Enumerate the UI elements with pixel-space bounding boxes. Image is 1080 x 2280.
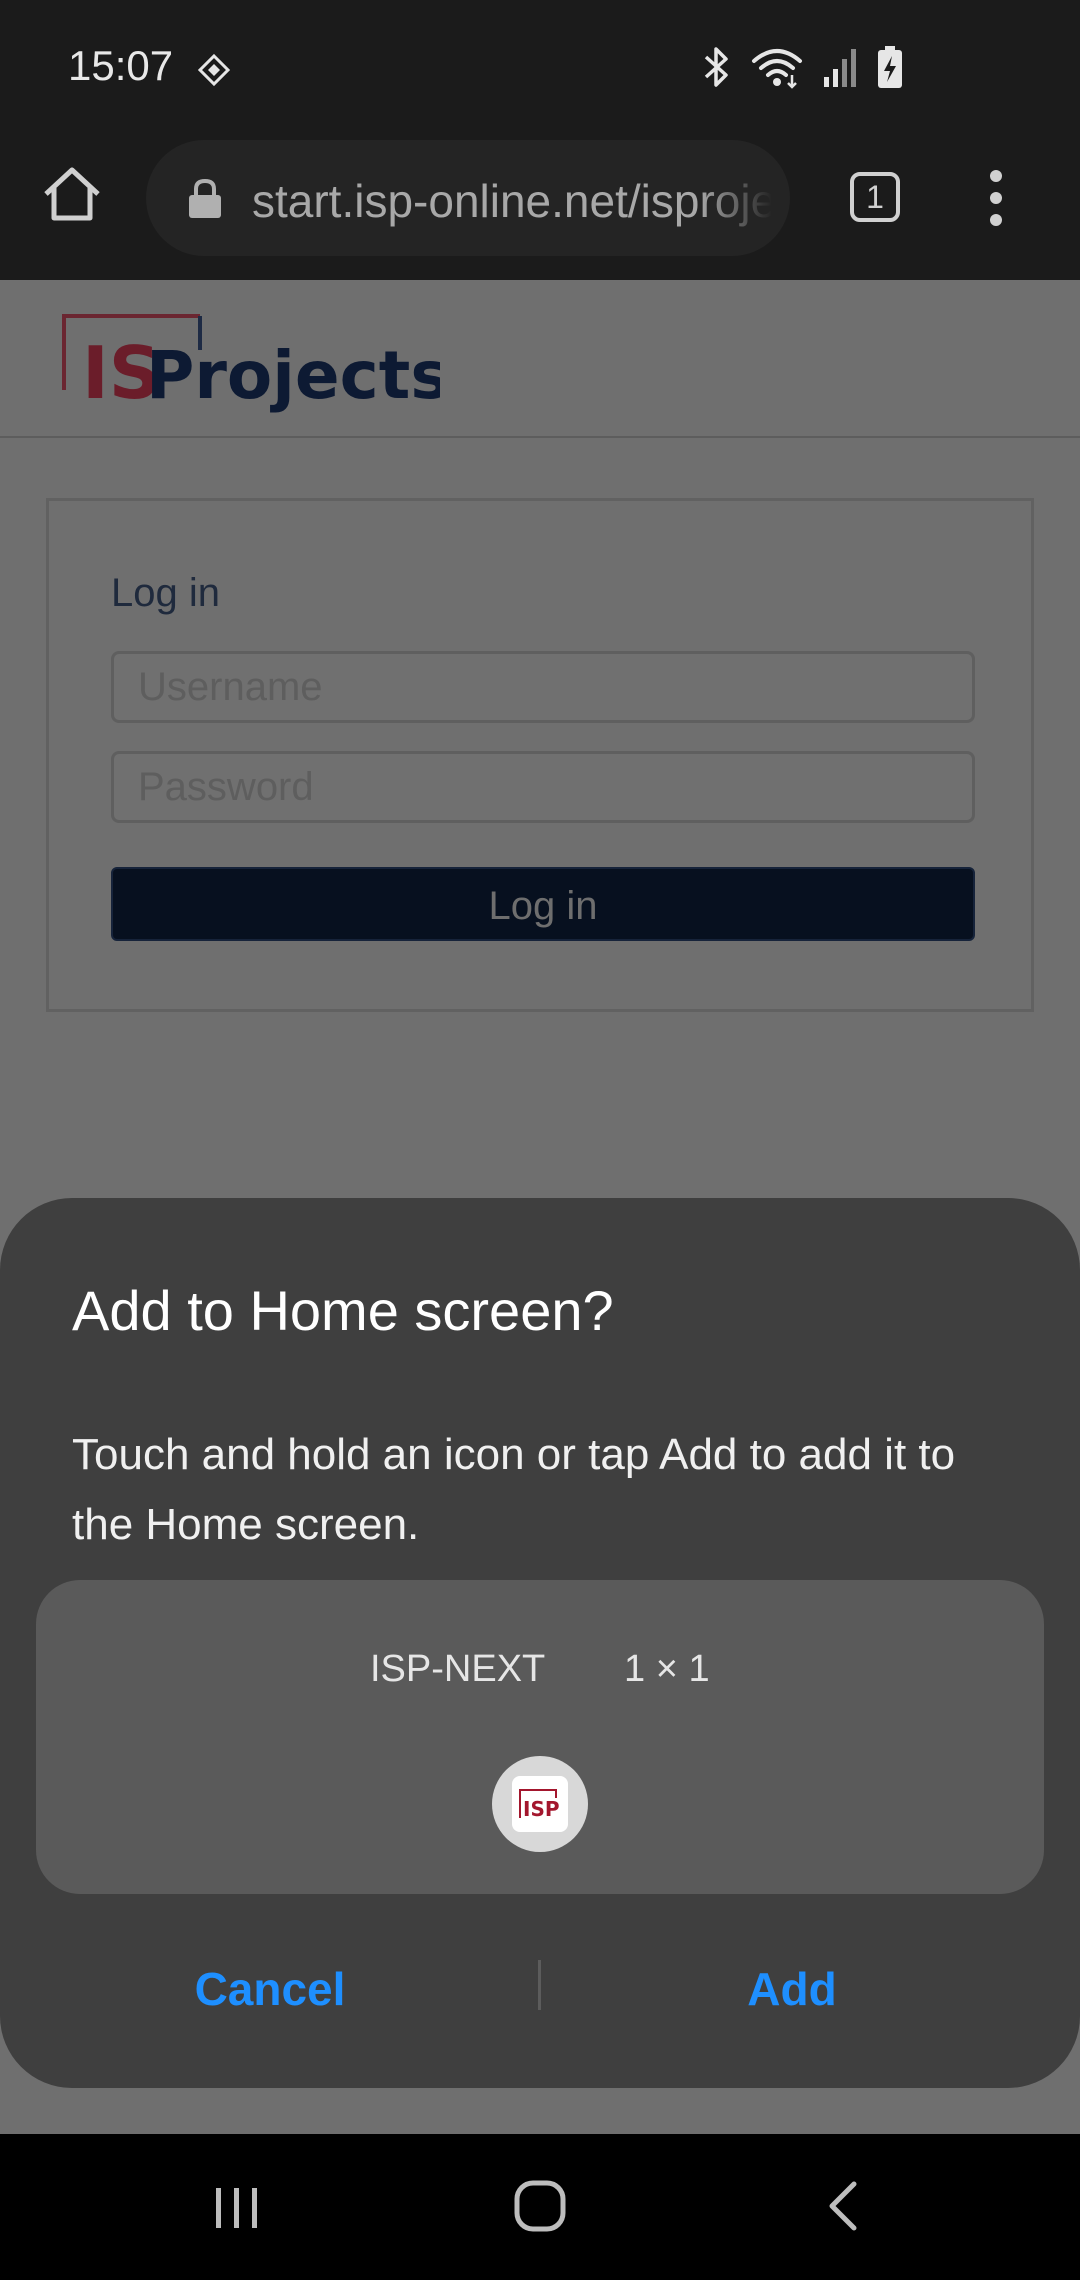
dialog-message: Touch and hold an icon or tap Add to add… xyxy=(72,1430,956,1549)
more-options-icon[interactable] xyxy=(982,168,1010,228)
tabs-button[interactable]: 1 xyxy=(850,172,900,222)
recent-apps-icon[interactable] xyxy=(212,2184,262,2232)
shortcut-name: ISP-NEXT xyxy=(370,1648,546,1690)
browser-toolbar: start.isp-online.net/isprojects 1 xyxy=(0,132,1080,280)
address-bar[interactable]: start.isp-online.net/isprojects xyxy=(146,140,790,256)
shortcut-app-icon[interactable]: ISP xyxy=(492,1756,588,1852)
bluetooth-icon xyxy=(704,47,728,87)
back-icon[interactable] xyxy=(822,2178,862,2234)
shortcut-preview[interactable]: ISP-NEXT 1 × 1 ISP xyxy=(36,1580,1044,1894)
home-icon[interactable] xyxy=(40,162,104,226)
username-input[interactable]: Username xyxy=(111,651,975,723)
dialog-buttons: Cancel Add xyxy=(0,1934,1080,2044)
password-input[interactable]: Password xyxy=(111,751,975,823)
url-text: start.isp-online.net/isprojects xyxy=(252,175,772,227)
battery-charging-icon xyxy=(878,46,902,88)
add-button[interactable]: Add xyxy=(540,1934,1044,2044)
shortcut-size: 1 × 1 xyxy=(624,1648,710,1690)
isprojects-logo: IS Projects xyxy=(62,314,440,415)
dialog-title: Add to Home screen? xyxy=(72,1279,614,1342)
add-to-home-dialog: Add to Home screen? Touch and hold an ic… xyxy=(0,1198,1080,2088)
system-navigation-bar xyxy=(0,2134,1080,2280)
login-card: Log in Username Password Log in xyxy=(46,498,1034,1012)
login-button[interactable]: Log in xyxy=(111,867,975,941)
isp-logo-icon: ISP xyxy=(519,1789,560,1821)
lock-icon xyxy=(189,178,221,218)
status-bar: 15:07 xyxy=(0,0,1080,132)
logo-text-projects: Projects xyxy=(146,337,440,414)
status-icons xyxy=(700,44,904,90)
signal-icon xyxy=(824,49,856,87)
status-time: 15:07 xyxy=(68,42,174,89)
cancel-button[interactable]: Cancel xyxy=(0,1934,540,2044)
network-indicator-icon xyxy=(197,53,231,87)
isp-icon-text: ISP xyxy=(523,1797,560,1821)
login-title: Log in xyxy=(111,571,220,615)
home-nav-icon[interactable] xyxy=(512,2178,568,2234)
header-divider xyxy=(0,436,1080,438)
wifi-icon xyxy=(752,49,802,89)
